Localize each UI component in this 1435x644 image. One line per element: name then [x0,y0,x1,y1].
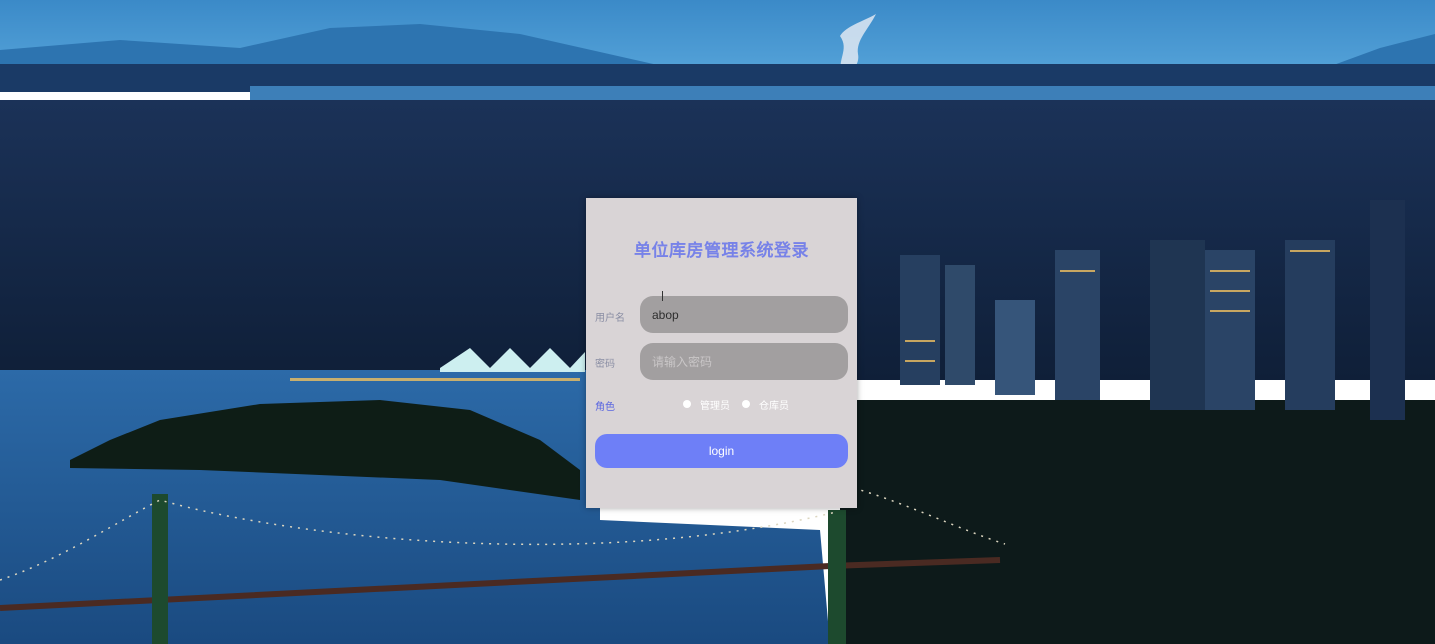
role-option-label: 管理员 [700,400,730,412]
login-title: 单位库房管理系统登录 [634,241,809,261]
role-label: 角色 [595,402,615,413]
password-label: 密码 [595,359,615,370]
password-input[interactable] [640,343,848,380]
login-card: 单位库房管理系统登录 用户名 密码 角色 管理员 仓库员 login [586,198,857,508]
role-option-admin[interactable]: 管理员 [683,397,730,412]
username-label: 用户名 [595,313,625,324]
username-input[interactable] [640,296,848,333]
text-cursor-icon [662,291,663,301]
login-button[interactable]: login [595,434,848,468]
role-option-label: 仓库员 [759,400,789,412]
role-radio-group: 管理员 仓库员 [683,397,801,412]
radio-circle-icon[interactable] [742,400,750,408]
role-option-warehouse[interactable]: 仓库员 [742,397,789,412]
radio-circle-icon[interactable] [683,400,691,408]
